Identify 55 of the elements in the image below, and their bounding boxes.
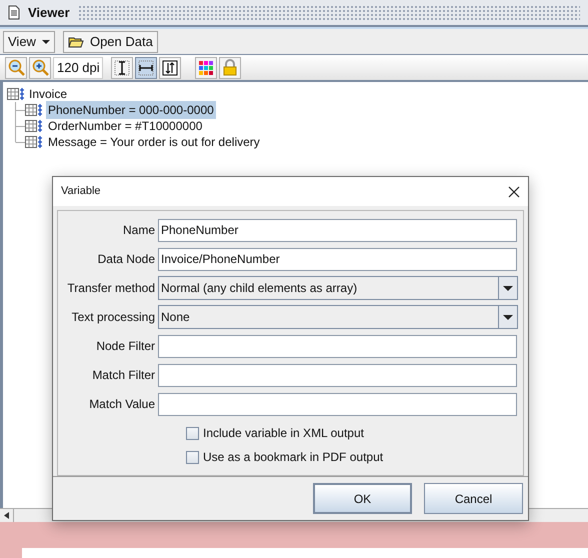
dropdown[interactable]: None bbox=[158, 305, 518, 329]
table-node-icon bbox=[25, 136, 43, 148]
dropdown[interactable]: Normal (any child elements as array) bbox=[158, 276, 518, 300]
tree-item[interactable]: Message = Your order is out for delivery bbox=[46, 133, 262, 151]
zoom-out-icon bbox=[8, 59, 24, 76]
dialog-title: Variable bbox=[61, 184, 101, 200]
color-grid-icon bbox=[198, 60, 214, 76]
table-node-icon bbox=[25, 104, 43, 116]
input-field[interactable] bbox=[158, 392, 517, 416]
vertical-fit-icon bbox=[114, 60, 130, 76]
caret-icon bbox=[503, 286, 513, 290]
caret-icon bbox=[503, 314, 513, 320]
layout-button[interactable] bbox=[159, 56, 181, 78]
checkbox-label: Include variable in XML output bbox=[203, 425, 364, 442]
open-data-button[interactable]: Open Data bbox=[62, 30, 158, 52]
checkbox-label: Use as a bookmark in PDF output bbox=[203, 449, 384, 466]
lock-button[interactable] bbox=[219, 56, 241, 78]
lock-icon bbox=[222, 59, 238, 76]
table-node-icon bbox=[7, 88, 25, 100]
checkbox[interactable] bbox=[186, 426, 199, 440]
cancel-button[interactable]: Cancel bbox=[424, 483, 523, 514]
layout-button[interactable] bbox=[135, 56, 157, 78]
zoom-in-icon bbox=[32, 59, 48, 76]
field-label: Transfer method bbox=[66, 280, 156, 297]
document-icon bbox=[8, 5, 20, 20]
layout-button[interactable] bbox=[111, 56, 133, 78]
close-icon[interactable] bbox=[508, 186, 520, 198]
window-title: Viewer bbox=[28, 4, 70, 22]
tree-line-icon bbox=[15, 102, 25, 118]
checkbox[interactable] bbox=[186, 450, 199, 464]
folder-icon bbox=[68, 35, 84, 48]
tree-item[interactable]: OrderNumber = #T10000000 bbox=[46, 117, 204, 135]
input-field[interactable] bbox=[158, 364, 517, 386]
tree-item[interactable]: PhoneNumber = 000-000-0000 bbox=[46, 101, 216, 119]
field-label: Node Filter bbox=[95, 338, 156, 355]
tree-item[interactable]: Invoice bbox=[28, 84, 68, 102]
page-fit-icon bbox=[162, 60, 178, 76]
view-dropdown[interactable]: View bbox=[3, 30, 55, 52]
field-label: Match Value bbox=[88, 396, 156, 413]
field-label: Match Filter bbox=[91, 367, 156, 384]
field-label: Name bbox=[122, 222, 156, 239]
input-field[interactable]: PhoneNumber bbox=[158, 218, 517, 242]
field-label: Data Node bbox=[96, 251, 156, 268]
input-field[interactable] bbox=[158, 334, 517, 358]
table-node-icon bbox=[25, 120, 43, 132]
field-label: Text processing bbox=[70, 309, 156, 326]
caret-icon bbox=[42, 40, 50, 44]
dpi-field[interactable]: 120 dpi bbox=[53, 56, 103, 78]
zoom-in-button[interactable] bbox=[29, 56, 51, 78]
horizontal-fit-icon bbox=[138, 60, 154, 76]
zoom-out-button[interactable] bbox=[5, 56, 27, 78]
left-arrow-icon bbox=[4, 512, 9, 519]
input-field[interactable]: Invoice/PhoneNumber bbox=[158, 248, 517, 270]
color-palette-button[interactable] bbox=[195, 56, 217, 78]
ok-button[interactable]: OK bbox=[313, 483, 412, 514]
